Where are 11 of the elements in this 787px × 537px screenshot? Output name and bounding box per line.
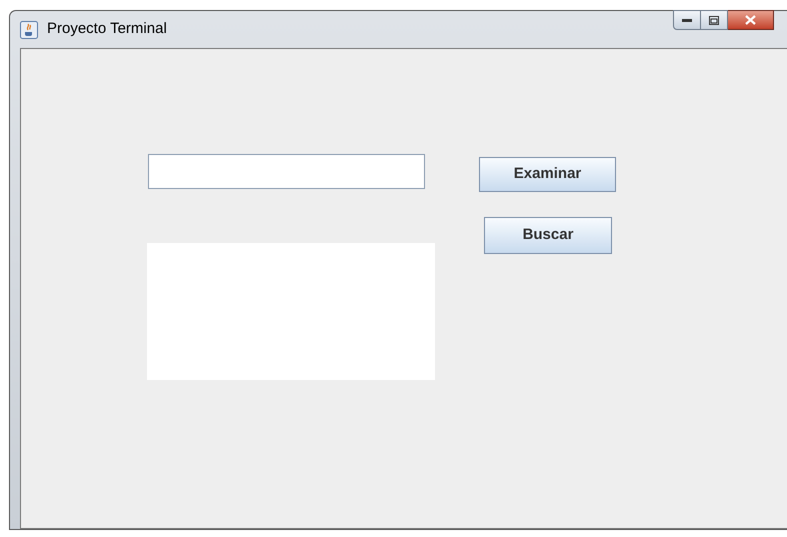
close-button[interactable] <box>728 10 774 30</box>
path-input-field[interactable] <box>148 154 425 189</box>
java-cup-icon <box>20 20 38 38</box>
buscar-button[interactable]: Buscar <box>484 217 612 254</box>
minimize-button[interactable] <box>673 10 701 30</box>
maximize-icon <box>709 16 719 24</box>
close-icon <box>745 15 756 25</box>
window-title: Proyecto Terminal <box>47 19 167 40</box>
minimize-icon <box>682 18 692 22</box>
maximize-button[interactable] <box>701 10 728 30</box>
examinar-button[interactable]: Examinar <box>479 157 616 192</box>
